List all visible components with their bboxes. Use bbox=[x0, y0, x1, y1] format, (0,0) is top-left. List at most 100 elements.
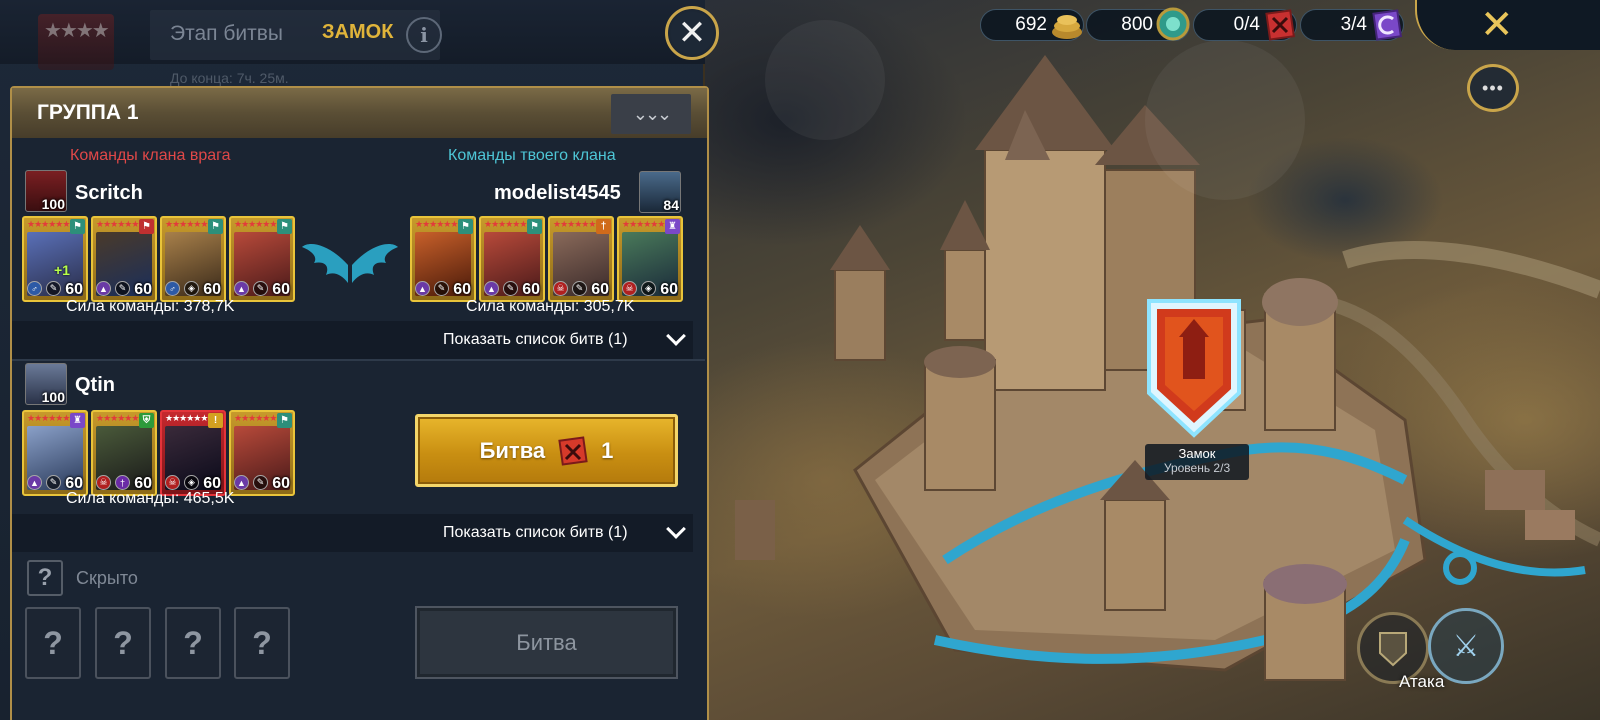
show-battles-link[interactable]: Показать список битв (1) bbox=[443, 331, 628, 349]
stars-icon: ★★★★★★ bbox=[484, 219, 527, 229]
enemy-avatar: 100 bbox=[25, 170, 67, 212]
close-panel-button[interactable]: ✕ bbox=[665, 6, 719, 60]
champion-level: 60 bbox=[65, 281, 83, 298]
castle-shield-marker[interactable] bbox=[1145, 297, 1243, 439]
affinity-icon: ⛨ bbox=[139, 413, 154, 428]
resource-gems[interactable]: 800 bbox=[1086, 7, 1190, 41]
stars-icon: ★★★★★★ bbox=[96, 219, 139, 229]
stars-icon: ★★★★★★ bbox=[553, 219, 596, 229]
champion-card[interactable]: ★★★★★★ ⚑ ▲ ✎ 60 bbox=[91, 216, 157, 302]
champion-level: 60 bbox=[453, 281, 471, 298]
faction-icon: ✎ bbox=[46, 281, 61, 296]
affinity-icon: ⚑ bbox=[277, 413, 292, 428]
chevron-down-icon bbox=[666, 519, 686, 539]
battle-button[interactable]: Битва 1 bbox=[415, 414, 678, 487]
enemy-level: 100 bbox=[41, 389, 65, 405]
hidden-champion-slot: ? bbox=[25, 607, 81, 679]
battle-key-count: 0/4 bbox=[1233, 14, 1260, 35]
stars-icon: ★★★★★★ bbox=[234, 413, 277, 423]
hidden-champion-slot: ? bbox=[95, 607, 151, 679]
champion-card[interactable]: ★★★★★★ ⛨ ☠ † 60 bbox=[91, 410, 157, 496]
castle-level: Уровень 2/3 bbox=[1163, 461, 1231, 475]
faction-icon: ✎ bbox=[253, 281, 268, 296]
faction-icon: ✎ bbox=[572, 281, 587, 296]
info-icon[interactable]: i bbox=[406, 17, 442, 53]
resource-silver[interactable]: 692 bbox=[980, 9, 1084, 41]
question-icon: ? bbox=[113, 624, 133, 661]
role-icon: ▲ bbox=[234, 475, 249, 490]
role-icon: ☠ bbox=[622, 281, 637, 296]
role-icon: ☠ bbox=[553, 281, 568, 296]
role-icon: ▲ bbox=[234, 281, 249, 296]
champion-card[interactable]: ★★★★★★ ⚑ ♂ ◈ 60 bbox=[160, 216, 226, 302]
attack-label: Атака bbox=[1399, 672, 1445, 691]
champion-level: 60 bbox=[522, 281, 540, 298]
affinity-icon: † bbox=[596, 219, 611, 234]
own-level: 84 bbox=[663, 197, 679, 213]
castle-name: Замок bbox=[1178, 446, 1216, 461]
affinity-icon: ⚑ bbox=[139, 219, 154, 234]
champion-card[interactable]: ★★★★★★ ⚑ ▲ ✎ 60 bbox=[410, 216, 476, 302]
champion-card[interactable]: ★★★★★★ ⚑ ▲ ✎ 60 bbox=[479, 216, 545, 302]
battle-button-label: Битва bbox=[479, 437, 546, 463]
resource-battle-keys[interactable]: 0/4 bbox=[1193, 9, 1297, 41]
question-icon: ? bbox=[252, 624, 272, 661]
champion-level: 60 bbox=[203, 281, 221, 298]
faction-icon: † bbox=[115, 475, 130, 490]
stars-icon: ★★★★★★ bbox=[27, 413, 70, 423]
chevron-down-icon: ⌄⌄⌄ bbox=[632, 103, 672, 124]
stars-icon: ★★★★★★ bbox=[622, 219, 665, 229]
countdown: До конца: 7ч. 25м. bbox=[170, 70, 289, 86]
chevron-down-icon bbox=[666, 326, 686, 346]
role-icon: ☠ bbox=[96, 475, 111, 490]
own-player-name: modelist4545 bbox=[494, 182, 621, 204]
crossed-swords-icon: ⚔ bbox=[1452, 629, 1480, 663]
role-icon: ☠ bbox=[165, 475, 180, 490]
castle-label: Замок Уровень 2/3 bbox=[1145, 444, 1249, 480]
battle-button-label: Битва bbox=[516, 629, 577, 655]
faction-icon: ✎ bbox=[253, 475, 268, 490]
champion-card[interactable]: ★★★★★★ ♜ ☠ ◈ 60 bbox=[617, 216, 683, 302]
champion-card[interactable]: ★★★★★★ ! ☠ ◈ 60 bbox=[160, 410, 226, 496]
chat-icon: ••• bbox=[1482, 77, 1504, 98]
role-icon: ♂ bbox=[165, 281, 180, 296]
champion-card[interactable]: ★★★★★★ ⚑ ▲ ✎ 60 bbox=[229, 410, 295, 496]
role-icon: ▲ bbox=[484, 281, 499, 296]
affinity-icon: ! bbox=[208, 413, 223, 428]
hidden-label: Скрыто bbox=[76, 568, 138, 588]
resource-clan-keys[interactable]: 3/4 bbox=[1300, 9, 1404, 41]
question-icon: ? bbox=[37, 564, 53, 591]
show-battles-row[interactable]: Показать список битв (1) bbox=[12, 321, 693, 359]
group-dropdown-button[interactable]: ⌄⌄⌄ bbox=[611, 94, 691, 134]
close-map-button[interactable]: ✕ bbox=[1480, 2, 1514, 48]
hidden-champion-slot: ? bbox=[234, 607, 290, 679]
champion-card[interactable]: ★★★★★★ † ☠ ✎ 60 bbox=[548, 216, 614, 302]
divider bbox=[12, 359, 705, 361]
faction-icon: ◈ bbox=[184, 475, 199, 490]
champion-level: 60 bbox=[660, 281, 678, 298]
show-battles-link[interactable]: Показать список битв (1) bbox=[443, 524, 628, 542]
champion-level: 60 bbox=[134, 281, 152, 298]
group-title: ГРУППА 1 bbox=[37, 101, 139, 124]
enemy-team-power: Сила команды: 465,5K bbox=[66, 490, 235, 507]
champion-card[interactable]: ★★★★★★ ⚑ ▲ ✎ 60 bbox=[229, 216, 295, 302]
champion-card[interactable]: ★★★★★★ ♜ ▲ ✎ 60 bbox=[22, 410, 88, 496]
faction-icon: ✎ bbox=[115, 281, 130, 296]
affinity-icon: ⚑ bbox=[458, 219, 473, 234]
own-team[interactable]: ★★★★★★ ⚑ ▲ ✎ 60 ★★★★★★ ⚑ ▲ ✎ 60 ★★★★★★ †… bbox=[410, 216, 683, 302]
enemy-player-name: Qtin bbox=[75, 374, 115, 396]
chat-button[interactable]: ••• bbox=[1467, 64, 1519, 112]
affinity-icon: ♜ bbox=[70, 413, 85, 428]
own-avatar: 84 bbox=[639, 171, 681, 213]
champion-card[interactable]: ★★★★★★ ⚑ +1 ♂ ✎ 60 bbox=[22, 216, 88, 302]
crest-stars-icon: ★★★★ bbox=[44, 20, 110, 42]
enemy-team[interactable]: ★★★★★★ ♜ ▲ ✎ 60 ★★★★★★ ⛨ ☠ † 60 ★★★★★★ !… bbox=[22, 410, 295, 496]
battle-button-disabled: Битва bbox=[415, 606, 678, 679]
show-battles-row[interactable]: Показать список битв (1) bbox=[12, 514, 693, 552]
enemy-avatar: 100 bbox=[25, 363, 67, 405]
enemy-team[interactable]: ★★★★★★ ⚑ +1 ♂ ✎ 60 ★★★★★★ ⚑ ▲ ✎ 60 ★★★★★… bbox=[22, 216, 295, 302]
question-icon: ? bbox=[43, 624, 63, 661]
enemy-team-power: Сила команды: 378,7K bbox=[66, 298, 235, 315]
faction-icon: ✎ bbox=[503, 281, 518, 296]
bonus-badge: +1 bbox=[54, 262, 70, 278]
